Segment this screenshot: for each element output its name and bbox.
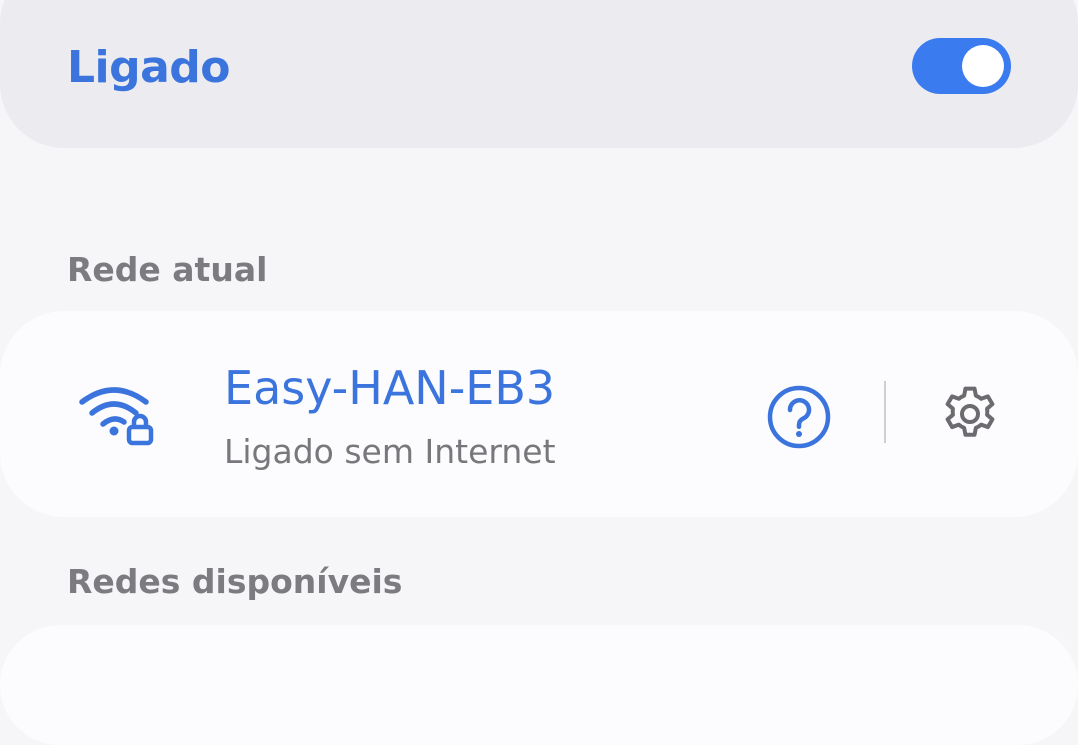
network-status: Ligado sem Internet [224, 432, 556, 471]
divider [884, 381, 886, 443]
switch-knob [962, 45, 1004, 87]
current-network-header: Rede atual [67, 250, 268, 289]
network-name: Easy-HAN-EB3 [224, 361, 556, 415]
help-icon[interactable] [766, 384, 832, 450]
wifi-toggle-label: Ligado [67, 42, 231, 93]
wifi-locked-icon [79, 387, 154, 446]
wifi-switch[interactable] [912, 38, 1011, 94]
available-networks-header: Redes disponíveis [67, 562, 403, 601]
gear-icon[interactable] [938, 382, 1002, 446]
available-networks-card[interactable] [0, 625, 1078, 745]
